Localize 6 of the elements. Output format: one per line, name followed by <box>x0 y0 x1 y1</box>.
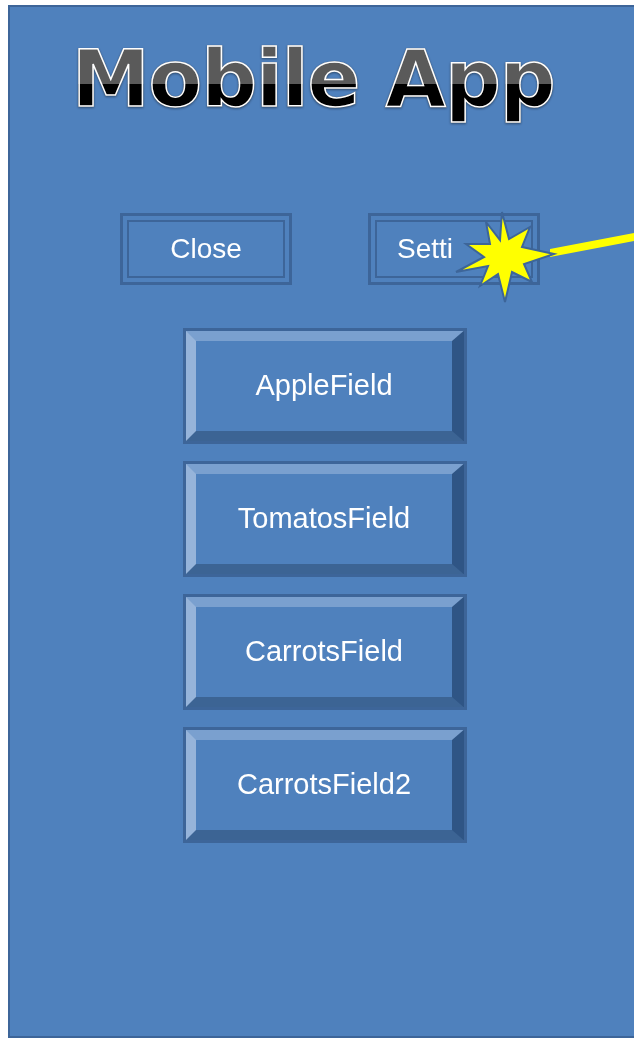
field-button[interactable]: CarrotsField2 <box>183 726 467 843</box>
field-button[interactable]: CarrotsField <box>183 593 467 710</box>
field-button[interactable]: AppleField <box>183 327 467 444</box>
top-button[interactable]: Close <box>120 212 292 285</box>
starburst-icon <box>455 211 558 303</box>
field-button[interactable]: TomatosField <box>183 460 467 577</box>
